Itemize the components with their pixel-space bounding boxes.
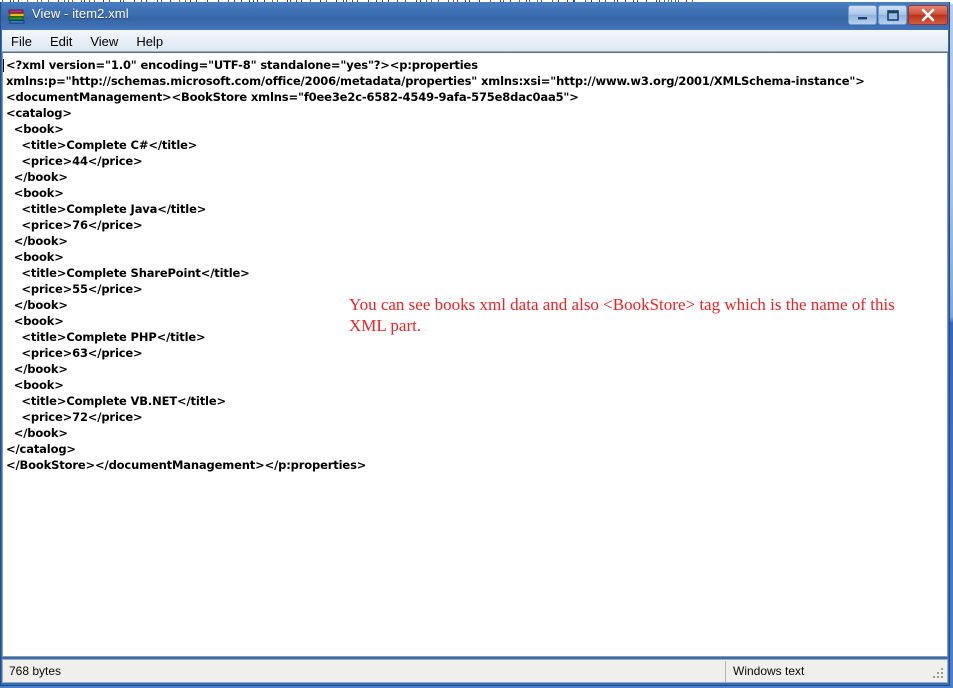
- red-annotation-text: You can see books xml data and also <Boo…: [349, 295, 895, 335]
- statusbar: 768 bytes Windows text: [2, 659, 948, 683]
- minimize-button[interactable]: [848, 5, 877, 25]
- menu-edit[interactable]: Edit: [41, 30, 81, 51]
- menu-help[interactable]: Help: [127, 30, 172, 51]
- window-title: View - item2.xml: [32, 6, 129, 21]
- status-file-size: 768 bytes: [9, 664, 62, 678]
- xml-content[interactable]: <?xml version="1.0" encoding="UTF-8" sta…: [6, 57, 865, 473]
- view-window: View - item2.xml File Edit View Help <?x…: [0, 2, 950, 686]
- close-button[interactable]: [908, 5, 948, 25]
- menu-view[interactable]: View: [81, 30, 127, 51]
- xml-text-viewer[interactable]: <?xml version="1.0" encoding="UTF-8" sta…: [2, 52, 948, 657]
- menubar: File Edit View Help: [2, 30, 948, 52]
- winrar-books-icon: [8, 7, 26, 25]
- maximize-button[interactable]: [878, 5, 907, 25]
- status-encoding: Windows text: [733, 664, 805, 678]
- text-caret: [3, 59, 4, 72]
- menu-file[interactable]: File: [2, 30, 41, 51]
- window-titlebar[interactable]: View - item2.xml: [1, 2, 949, 30]
- resize-grip[interactable]: [932, 667, 945, 680]
- status-divider: [725, 661, 726, 682]
